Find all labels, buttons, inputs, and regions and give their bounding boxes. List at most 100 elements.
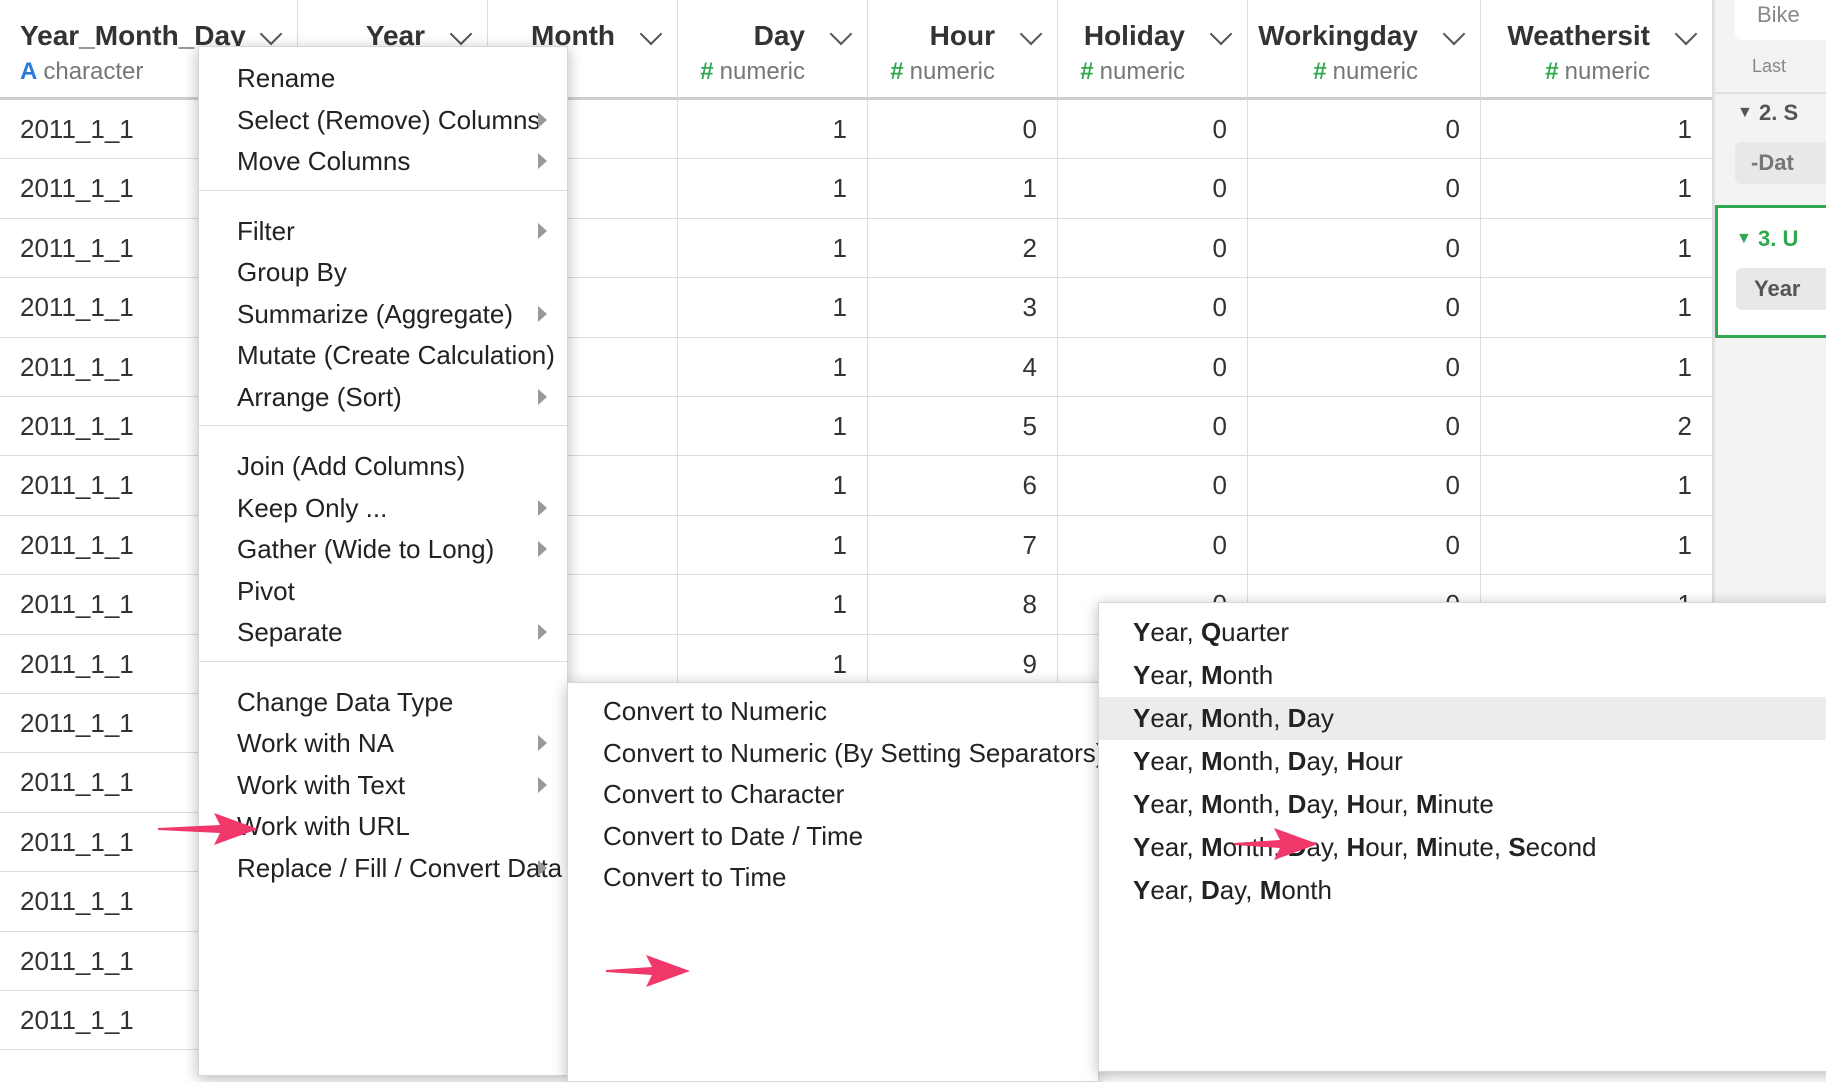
menu-item-group-by[interactable]: Group By	[199, 249, 567, 295]
table-cell[interactable]: 1	[1481, 337, 1713, 397]
step-2-item[interactable]: -Dat	[1735, 142, 1826, 184]
step-3-title[interactable]: 3. U	[1758, 226, 1798, 252]
table-cell[interactable]: 1	[1481, 100, 1713, 160]
chevron-down-icon[interactable]	[449, 22, 473, 46]
table-cell[interactable]: 0	[1248, 100, 1481, 160]
menu-item-work-with-text[interactable]: Work with Text	[199, 762, 567, 808]
table-cell[interactable]: 0	[1058, 515, 1248, 576]
table-cell[interactable]: 5	[868, 397, 1058, 457]
menu-item-rename[interactable]: Rename	[199, 55, 567, 101]
table-cell[interactable]: 3	[868, 278, 1058, 338]
table-cell[interactable]: 7	[868, 515, 1058, 576]
table-cell[interactable]: 0	[1058, 100, 1248, 160]
table-cell[interactable]: 1	[678, 515, 868, 576]
table-cell[interactable]: 6	[868, 456, 1058, 516]
date-format-option[interactable]: Year, Month, Day	[1099, 697, 1826, 740]
date-format-option[interactable]: Year, Month	[1099, 654, 1826, 697]
menu-item-gather-wide-to-long[interactable]: Gather (Wide to Long)	[199, 526, 567, 572]
table-cell[interactable]: 0	[1058, 337, 1248, 397]
table-cell[interactable]: 0	[1248, 515, 1481, 576]
table-cell[interactable]: 1	[678, 100, 868, 160]
table-cell[interactable]: 2	[1481, 397, 1713, 457]
chevron-down-icon[interactable]	[829, 22, 853, 46]
menu-item-replace-fill-convert-data[interactable]: Replace / Fill / Convert Data	[199, 845, 567, 891]
submenu-arrow-icon	[538, 305, 547, 322]
chevron-down-icon[interactable]	[1442, 22, 1466, 46]
table-cell[interactable]: 1	[1481, 515, 1713, 576]
collapse-triangle-icon[interactable]: ▼	[1737, 104, 1753, 122]
menu-item-pivot[interactable]: Pivot	[199, 568, 567, 614]
step-2-title[interactable]: 2. S	[1759, 100, 1798, 126]
menu-item-keep-only[interactable]: Keep Only ...	[199, 485, 567, 531]
date-format-option[interactable]: Year, Day, Month	[1099, 869, 1826, 912]
table-cell[interactable]: 1	[678, 337, 868, 397]
menu-item-select-remove-columns[interactable]: Select (Remove) Columns	[199, 97, 567, 143]
date-format-option[interactable]: Year, Month, Day, Hour	[1099, 740, 1826, 783]
menu-item-work-with-na[interactable]: Work with NA	[199, 720, 567, 766]
table-cell[interactable]: 1	[1481, 218, 1713, 279]
menu-item-convert-to-date-time[interactable]: Convert to Date / Time	[568, 813, 1098, 859]
table-cell[interactable]: 8	[868, 575, 1058, 635]
table-cell[interactable]: 0	[1058, 397, 1248, 457]
date-format-option[interactable]: Year, Month, Day, Hour, Minute, Second	[1099, 826, 1826, 869]
table-cell[interactable]: 1	[868, 159, 1058, 219]
label-part: ay,	[1306, 746, 1347, 776]
date-format-option[interactable]: Year, Quarter	[1099, 611, 1826, 654]
table-cell[interactable]: 1	[678, 159, 868, 219]
step-3-card[interactable]: ▼ 3. U Year	[1715, 205, 1826, 338]
column-header-hour[interactable]: Hour # numeric	[868, 0, 1058, 100]
table-cell[interactable]: 0	[1058, 218, 1248, 279]
table-cell[interactable]: 1	[1481, 159, 1713, 219]
column-header-workingday[interactable]: Workingday # numeric	[1248, 0, 1481, 100]
table-cell[interactable]: 1	[678, 218, 868, 279]
table-cell[interactable]: 0	[1248, 397, 1481, 457]
chevron-down-icon[interactable]	[1674, 22, 1698, 46]
date-format-option[interactable]: Year, Month, Day, Hour, Minute	[1099, 783, 1826, 826]
column-header-day[interactable]: Day # numeric	[678, 0, 868, 100]
menu-item-arrange-sort[interactable]: Arrange (Sort)	[199, 374, 567, 420]
menu-item-convert-to-time[interactable]: Convert to Time	[568, 854, 1098, 900]
menu-item-separate[interactable]: Separate	[199, 609, 567, 655]
table-cell[interactable]: 0	[1058, 278, 1248, 338]
table-cell[interactable]: 0	[1248, 456, 1481, 516]
table-cell[interactable]: 4	[868, 337, 1058, 397]
table-cell[interactable]: 0	[868, 100, 1058, 160]
table-cell[interactable]: 1	[1481, 278, 1713, 338]
column-name: Holiday	[1083, 20, 1185, 51]
table-cell[interactable]: 0	[1248, 159, 1481, 219]
table-cell[interactable]: 1	[678, 456, 868, 516]
menu-item-move-columns[interactable]: Move Columns	[199, 138, 567, 184]
table-cell[interactable]: 1	[678, 278, 868, 338]
menu-item-convert-to-character[interactable]: Convert to Character	[568, 771, 1098, 817]
column-header-holiday[interactable]: Holiday # numeric	[1058, 0, 1248, 100]
chevron-down-icon[interactable]	[259, 22, 283, 46]
table-cell[interactable]: 0	[1248, 218, 1481, 279]
table-cell[interactable]: 0	[1058, 159, 1248, 219]
menu-item-summarize-aggregate[interactable]: Summarize (Aggregate)	[199, 291, 567, 337]
chevron-down-icon[interactable]	[639, 22, 663, 46]
table-cell[interactable]: 1	[678, 397, 868, 457]
table-cell[interactable]: 2	[868, 218, 1058, 279]
menu-item-change-data-type[interactable]: Change Data Type	[199, 679, 567, 725]
label-part: Y	[1133, 789, 1151, 819]
table-cell[interactable]: 0	[1058, 456, 1248, 516]
label-part: ear,	[1150, 875, 1201, 905]
column-type-label: numeric	[909, 58, 995, 85]
table-cell[interactable]: 1	[1481, 456, 1713, 516]
submenu-arrow-icon	[538, 111, 547, 128]
chevron-down-icon[interactable]	[1209, 22, 1233, 46]
chevron-down-icon[interactable]	[1019, 22, 1043, 46]
table-cell[interactable]: 0	[1248, 337, 1481, 397]
collapse-triangle-icon[interactable]: ▼	[1736, 230, 1752, 248]
table-cell[interactable]: 1	[678, 575, 868, 635]
column-type: # numeric	[1080, 58, 1185, 86]
menu-item-join-add-columns[interactable]: Join (Add Columns)	[199, 443, 567, 489]
table-cell[interactable]: 0	[1248, 278, 1481, 338]
menu-item-mutate-create-calculation[interactable]: Mutate (Create Calculation)	[199, 332, 567, 378]
menu-item-filter[interactable]: Filter	[199, 208, 567, 254]
menu-item-convert-to-numeric[interactable]: Convert to Numeric	[568, 688, 1098, 734]
step-3-item[interactable]: Year	[1736, 268, 1826, 310]
menu-item-label: Year, Month, Day	[1133, 697, 1334, 740]
column-header-weathersit[interactable]: Weathersit # numeric	[1481, 0, 1713, 100]
menu-item-convert-to-numeric-by-setting-separators[interactable]: Convert to Numeric (By Setting Separator…	[568, 730, 1098, 776]
